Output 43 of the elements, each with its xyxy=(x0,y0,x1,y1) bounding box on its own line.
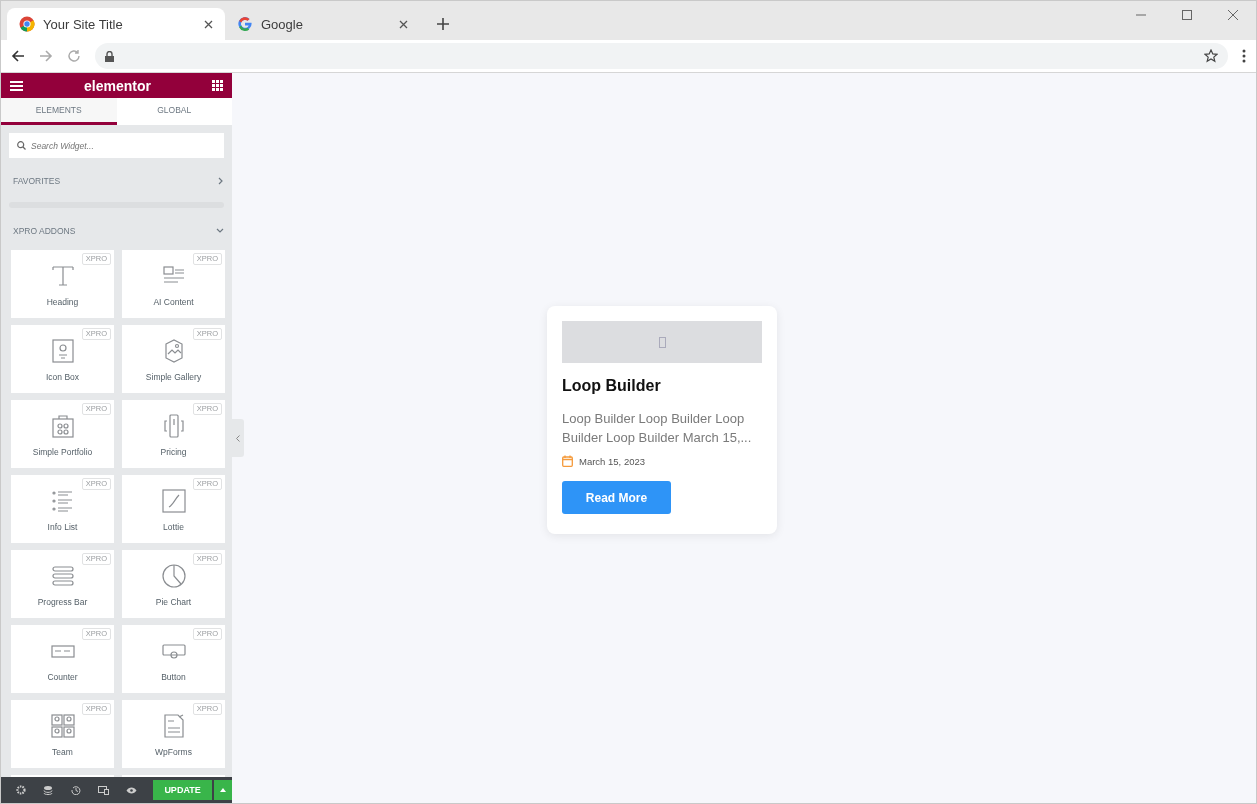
panel-tab[interactable]: ELEMENTS xyxy=(1,98,117,125)
update-options-button[interactable] xyxy=(213,780,232,800)
layers-icon[interactable] xyxy=(43,785,54,795)
g-logo-icon xyxy=(237,16,253,32)
eye-icon[interactable] xyxy=(125,786,137,794)
section-header[interactable]: FAVORITES xyxy=(13,170,224,192)
grid-icon[interactable] xyxy=(212,80,223,91)
close-icon[interactable] xyxy=(1228,10,1238,20)
browser-tab[interactable]: Google xyxy=(225,8,420,40)
panel-collapse-handle[interactable] xyxy=(232,419,244,457)
logo: elementor xyxy=(84,77,151,94)
image-icon xyxy=(658,336,666,348)
maximize-icon[interactable] xyxy=(1182,10,1192,20)
responsive-icon[interactable] xyxy=(98,785,110,795)
close-icon[interactable] xyxy=(204,19,213,29)
search-field[interactable]: Search Widget... xyxy=(9,133,224,158)
widget-icon xyxy=(49,713,76,739)
chevron-down-icon xyxy=(216,228,224,234)
section-header[interactable]: XPRO ADDONS xyxy=(13,220,224,242)
chevron-right-icon xyxy=(218,177,224,185)
back-icon[interactable] xyxy=(11,49,25,63)
history-icon[interactable] xyxy=(71,785,82,795)
settings-icon[interactable] xyxy=(15,785,26,795)
lock-icon xyxy=(105,50,114,62)
caret-up-icon xyxy=(219,788,226,792)
menu-icon[interactable] xyxy=(1242,49,1246,63)
chevron-left-icon xyxy=(236,434,240,442)
browser-tab[interactable]: Your Site Title xyxy=(7,8,225,40)
new-tab-icon[interactable] xyxy=(436,17,450,31)
star-icon[interactable] xyxy=(1204,49,1218,63)
post-title: Loop Builder xyxy=(562,377,662,395)
widget-icon xyxy=(160,488,187,514)
post-excerpt: Loop Builder Loop Builder Loop Builder Loop Builder March 15,... xyxy=(562,410,753,447)
widget-icon xyxy=(160,563,187,589)
widget-icon xyxy=(49,563,76,589)
menu-icon[interactable] xyxy=(10,80,23,91)
close-icon[interactable] xyxy=(399,19,408,29)
calendar-icon xyxy=(562,455,573,467)
widget-icon xyxy=(49,413,76,439)
browser-logo-icon xyxy=(19,16,35,32)
post-date: March 15, 2023 xyxy=(579,455,645,467)
widget-icon xyxy=(49,263,76,289)
widget-icon xyxy=(49,338,76,364)
